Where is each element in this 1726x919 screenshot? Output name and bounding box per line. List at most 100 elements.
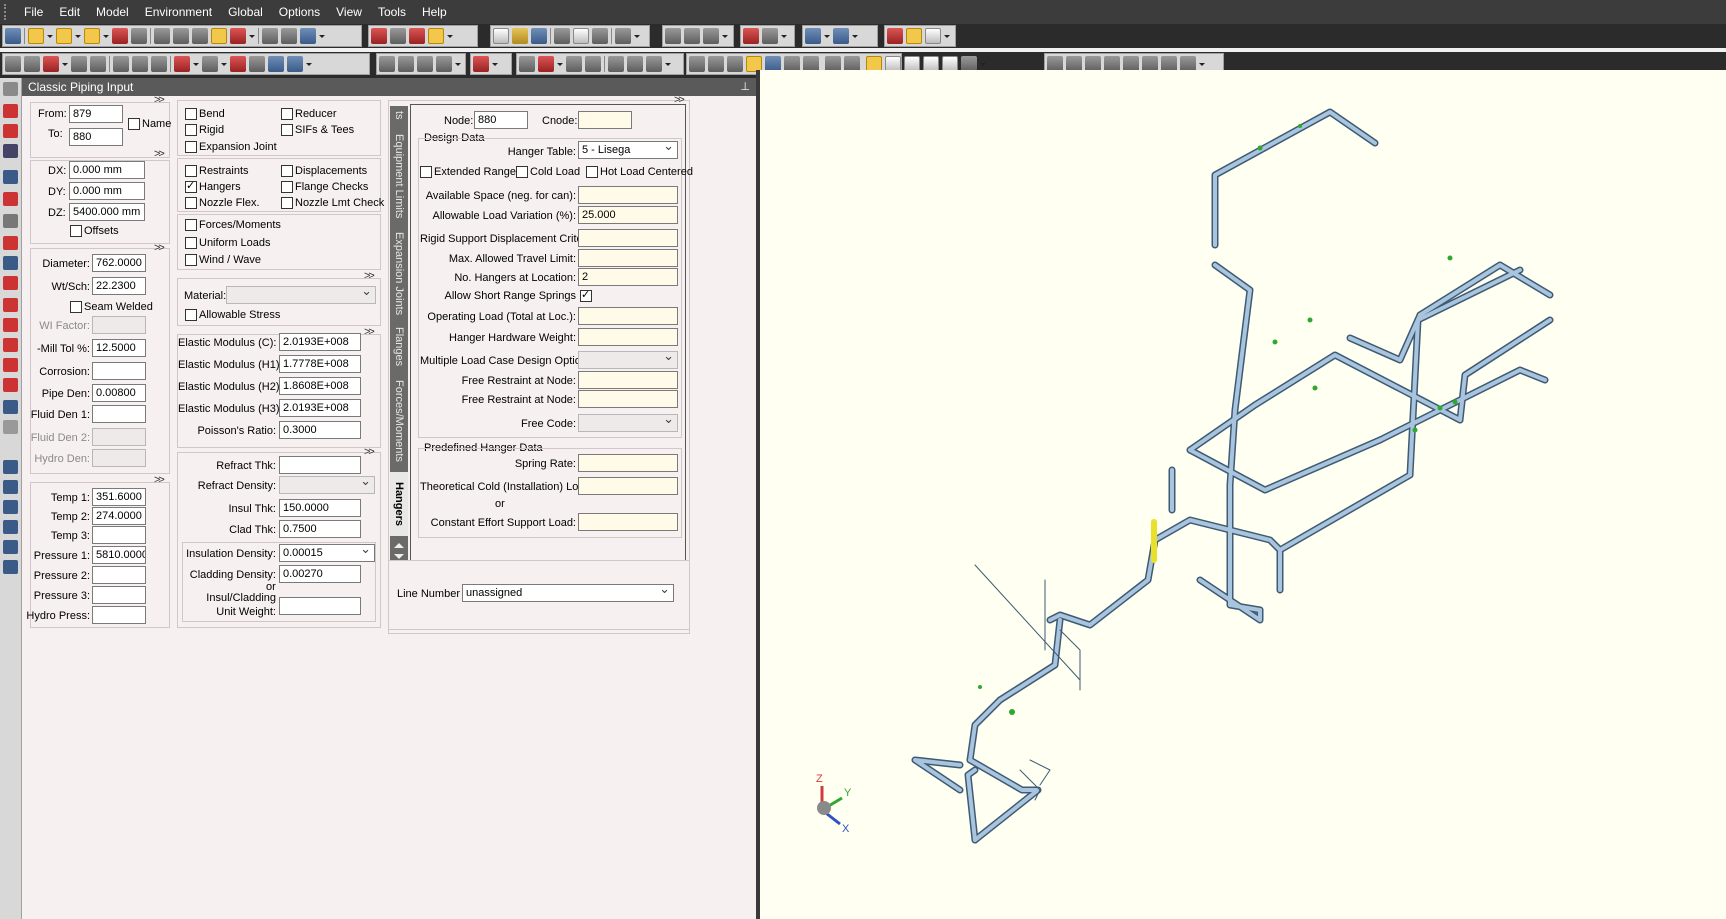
dropdown-arrow-icon[interactable] bbox=[47, 28, 53, 44]
dropdown-arrow-icon[interactable] bbox=[665, 56, 671, 72]
dropdown-arrow-icon[interactable] bbox=[492, 56, 498, 72]
hydro-pressure-input[interactable] bbox=[92, 606, 146, 624]
expand-insulation-button[interactable]: >> bbox=[364, 446, 375, 458]
undo-icon[interactable] bbox=[3, 400, 18, 414]
dropdown-arrow-icon[interactable] bbox=[722, 28, 728, 44]
dropdown-arrow-icon[interactable] bbox=[634, 28, 640, 44]
pipe-list-icon[interactable] bbox=[3, 256, 18, 270]
forward-icon[interactable] bbox=[3, 500, 18, 514]
dropdown-arrow-icon[interactable] bbox=[455, 56, 461, 72]
valve-icon[interactable] bbox=[90, 56, 106, 72]
snap-icon[interactable] bbox=[409, 28, 425, 44]
tab-expansion-joints[interactable]: Expansion Joints bbox=[390, 228, 408, 320]
available-space-input[interactable] bbox=[578, 186, 678, 204]
save-icon[interactable] bbox=[531, 28, 547, 44]
tag-icon[interactable] bbox=[566, 56, 582, 72]
menu-help[interactable]: Help bbox=[414, 0, 455, 24]
duplicate-icon[interactable] bbox=[154, 28, 170, 44]
bend-checkbox[interactable] bbox=[185, 108, 197, 120]
cursor-node-icon[interactable] bbox=[379, 56, 395, 72]
guide-icon[interactable] bbox=[132, 56, 148, 72]
dropdown-arrow-icon[interactable] bbox=[319, 28, 325, 44]
run-icon[interactable] bbox=[833, 28, 849, 44]
new-file-icon[interactable] bbox=[493, 28, 509, 44]
nozzle-limit-check-checkbox[interactable] bbox=[281, 197, 293, 209]
dropdown-arrow-icon[interactable] bbox=[193, 56, 199, 72]
zoom-out-icon[interactable] bbox=[708, 56, 724, 72]
window-copy-icon[interactable] bbox=[684, 28, 700, 44]
offsets-checkbox[interactable] bbox=[70, 225, 82, 237]
hammer-icon[interactable] bbox=[428, 28, 444, 44]
allowable-load-variation-input[interactable]: 25.000 bbox=[578, 206, 678, 224]
model-3d-viewport[interactable]: Z Y X bbox=[760, 70, 1726, 919]
unit-weight-input[interactable] bbox=[279, 597, 361, 615]
report-list-icon[interactable] bbox=[519, 56, 535, 72]
dropdown-arrow-icon[interactable] bbox=[75, 28, 81, 44]
expansion-joint-checkbox[interactable] bbox=[185, 141, 197, 153]
tab-equipment-limits[interactable]: Equipment Limits bbox=[390, 128, 408, 224]
box-select-icon[interactable] bbox=[398, 56, 414, 72]
cold-load-checkbox[interactable] bbox=[516, 166, 528, 178]
tab-forces-moments[interactable]: Forces/Moments bbox=[390, 374, 408, 468]
elastic-modulus-h3-input[interactable]: 2.0193E+008 bbox=[279, 399, 361, 417]
fast-forward-icon[interactable] bbox=[3, 520, 18, 534]
expand-elastic-button[interactable]: >> bbox=[364, 326, 375, 338]
thermometer-icon[interactable] bbox=[174, 56, 190, 72]
arrow-right-icon[interactable] bbox=[3, 460, 18, 474]
refract-thk-input[interactable] bbox=[279, 456, 361, 474]
flange-checks-checkbox[interactable] bbox=[281, 181, 293, 193]
elastic-modulus-h1-input[interactable]: 1.7778E+008 bbox=[279, 355, 361, 373]
grid-icon[interactable] bbox=[5, 28, 21, 44]
list-icon[interactable] bbox=[262, 28, 278, 44]
expand-nodes-button[interactable]: >> bbox=[154, 94, 165, 106]
camera-icon[interactable] bbox=[3, 338, 18, 352]
cut-icon[interactable] bbox=[554, 28, 570, 44]
poissons-ratio-input[interactable]: 0.3000 bbox=[279, 421, 361, 439]
dropdown-arrow-icon[interactable] bbox=[306, 56, 312, 72]
binoculars-icon[interactable] bbox=[300, 28, 316, 44]
support-icon[interactable] bbox=[24, 56, 40, 72]
free-code-select[interactable] bbox=[578, 411, 678, 432]
temp-1-input[interactable]: 351.6000 bbox=[92, 488, 146, 506]
layers-icon[interactable] bbox=[646, 56, 662, 72]
free-restraint-node-1-input[interactable] bbox=[578, 371, 678, 389]
operating-load-input[interactable] bbox=[578, 307, 678, 325]
structure-icon[interactable] bbox=[805, 28, 821, 44]
pipe-density-input[interactable]: 0.00800 bbox=[92, 384, 146, 402]
diameter-input[interactable]: 762.0000 bbox=[92, 254, 146, 272]
annotate-icon[interactable] bbox=[585, 56, 601, 72]
tab-scroll-up-icon[interactable] bbox=[394, 538, 404, 548]
dropdown-arrow-icon[interactable] bbox=[62, 56, 68, 72]
pressure-2-input[interactable] bbox=[92, 566, 146, 584]
wind-icon[interactable] bbox=[287, 56, 303, 72]
weight-icon[interactable] bbox=[230, 56, 246, 72]
anchor-list-icon[interactable] bbox=[3, 104, 18, 118]
delete-icon[interactable] bbox=[112, 28, 128, 44]
hanger-cnode-input[interactable] bbox=[578, 111, 632, 129]
hanger-table-select[interactable]: 5 - Lisega bbox=[578, 138, 678, 159]
expand-pipe-button[interactable]: >> bbox=[154, 242, 165, 254]
dropdown-arrow-icon[interactable] bbox=[944, 28, 950, 44]
insul-thk-input[interactable]: 150.0000 bbox=[279, 499, 361, 517]
spring-rate-input[interactable] bbox=[578, 454, 678, 472]
zoom-window-icon[interactable] bbox=[727, 56, 743, 72]
route-icon[interactable] bbox=[281, 28, 297, 44]
corrosion-input[interactable] bbox=[92, 362, 146, 380]
target-icon[interactable] bbox=[3, 170, 18, 184]
scale-icon[interactable] bbox=[436, 56, 452, 72]
menu-edit[interactable]: Edit bbox=[51, 0, 88, 24]
dz-input[interactable]: 5400.000 mm bbox=[69, 203, 145, 221]
cube-icon[interactable] bbox=[390, 28, 406, 44]
dropdown-arrow-icon[interactable] bbox=[221, 56, 227, 72]
cladding-density-input[interactable]: 0.00270 bbox=[279, 565, 361, 583]
uniform-loads-checkbox[interactable] bbox=[185, 237, 197, 249]
tee-icon[interactable] bbox=[71, 56, 87, 72]
anchor-icon[interactable] bbox=[113, 56, 129, 72]
rigid-support-displacement-input[interactable] bbox=[578, 229, 678, 247]
wt-sch-input[interactable]: 22.2300 bbox=[92, 277, 146, 295]
dropdown-arrow-icon[interactable] bbox=[103, 28, 109, 44]
hangers-checkbox[interactable] bbox=[185, 179, 197, 193]
mill-tol-input[interactable]: 12.5000 bbox=[92, 339, 146, 357]
pin-icon[interactable]: ⊥ bbox=[740, 80, 750, 93]
seam-welded-checkbox[interactable] bbox=[70, 301, 82, 313]
